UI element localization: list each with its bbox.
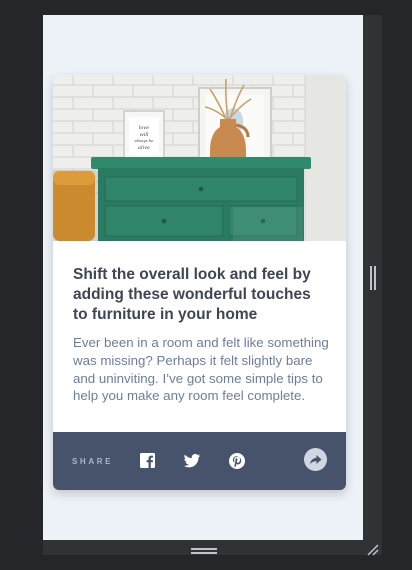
resize-handle-vertical[interactable] <box>370 266 377 290</box>
share-arrow-icon <box>310 455 322 465</box>
article-image: love will always be alive <box>53 75 346 241</box>
preview-viewport: love will always be alive Shift the over… <box>43 15 363 540</box>
framed-print: love will always be alive <box>123 110 165 162</box>
article-card: love will always be alive Shift the over… <box>53 75 346 490</box>
facebook-icon[interactable] <box>139 452 157 470</box>
twitter-icon[interactable] <box>183 452 201 470</box>
article-title: Shift the overall look and feel by addin… <box>73 266 311 323</box>
resize-handle-horizontal[interactable] <box>191 548 217 554</box>
svg-text:alive: alive <box>138 145 150 151</box>
article-description: Ever been in a room and felt like someth… <box>73 335 329 404</box>
resize-corner-icon[interactable] <box>367 544 379 556</box>
pinterest-icon[interactable] <box>228 452 246 470</box>
svg-text:always be: always be <box>135 138 155 143</box>
share-label: SHARE <box>72 457 114 466</box>
svg-text:love: love <box>139 125 149 131</box>
share-button[interactable] <box>304 448 327 471</box>
share-bar: SHARE <box>53 432 346 490</box>
